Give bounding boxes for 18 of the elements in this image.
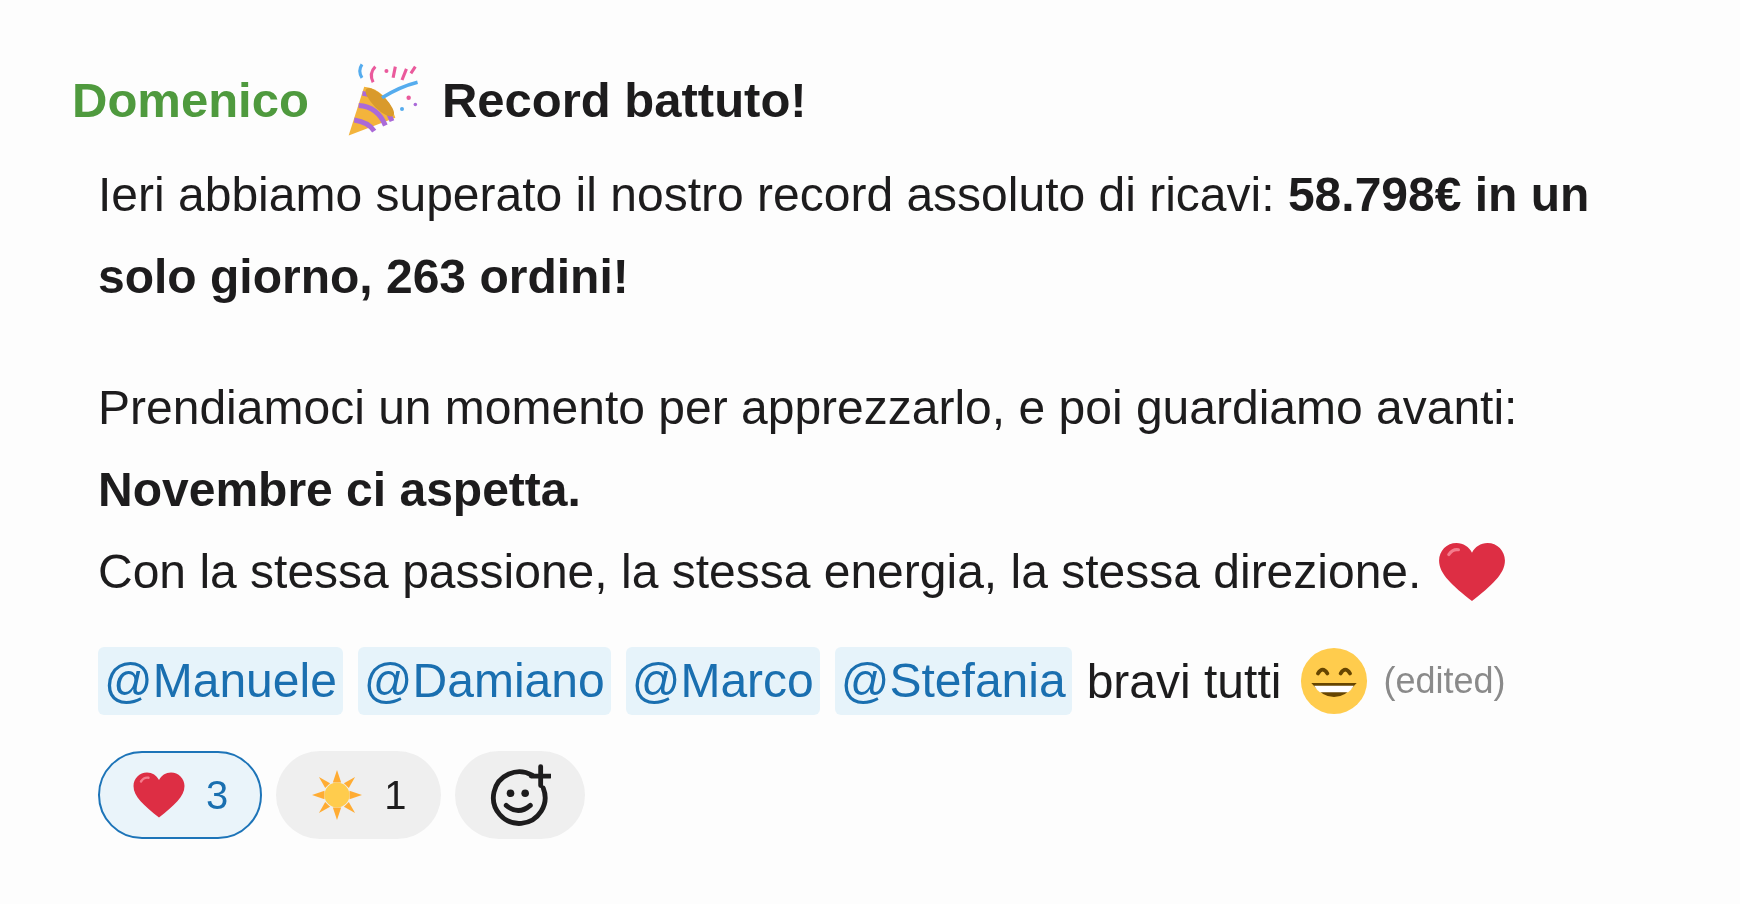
grinning-face-icon <box>1300 647 1369 715</box>
mention-link[interactable]: @Damiano <box>357 647 611 715</box>
message-text: bravi tutti <box>1086 653 1282 709</box>
message-title: Record battuto! <box>441 72 807 128</box>
mention-link[interactable]: @Manuele <box>98 647 343 715</box>
heart-icon <box>1437 541 1508 603</box>
message-text: Ieri abbiamo superato il nostro record assoluto di ricavi: 58.798€ in un solo giorno, 263 ordini! <box>98 167 1591 305</box>
smiley-plus-icon <box>488 764 551 826</box>
reaction-button[interactable]: 1 <box>276 751 441 839</box>
author-name[interactable]: Domenico <box>72 72 309 128</box>
message-text: Con la stessa passione, la stessa energia, la stessa direzione. <box>98 544 1422 600</box>
edited-label: (edited) <box>1383 660 1506 702</box>
mention-link[interactable]: @Stefania <box>834 647 1072 715</box>
heart-icon <box>132 770 186 820</box>
message-text: Prendiamoci un momento per apprezzarlo, e poi guardiamo avanti: <box>98 380 1518 436</box>
reaction-button[interactable]: 3 <box>98 751 263 839</box>
mention-link[interactable]: @Marco <box>625 647 820 715</box>
message-text: Novembre ci aspetta. <box>98 462 581 518</box>
